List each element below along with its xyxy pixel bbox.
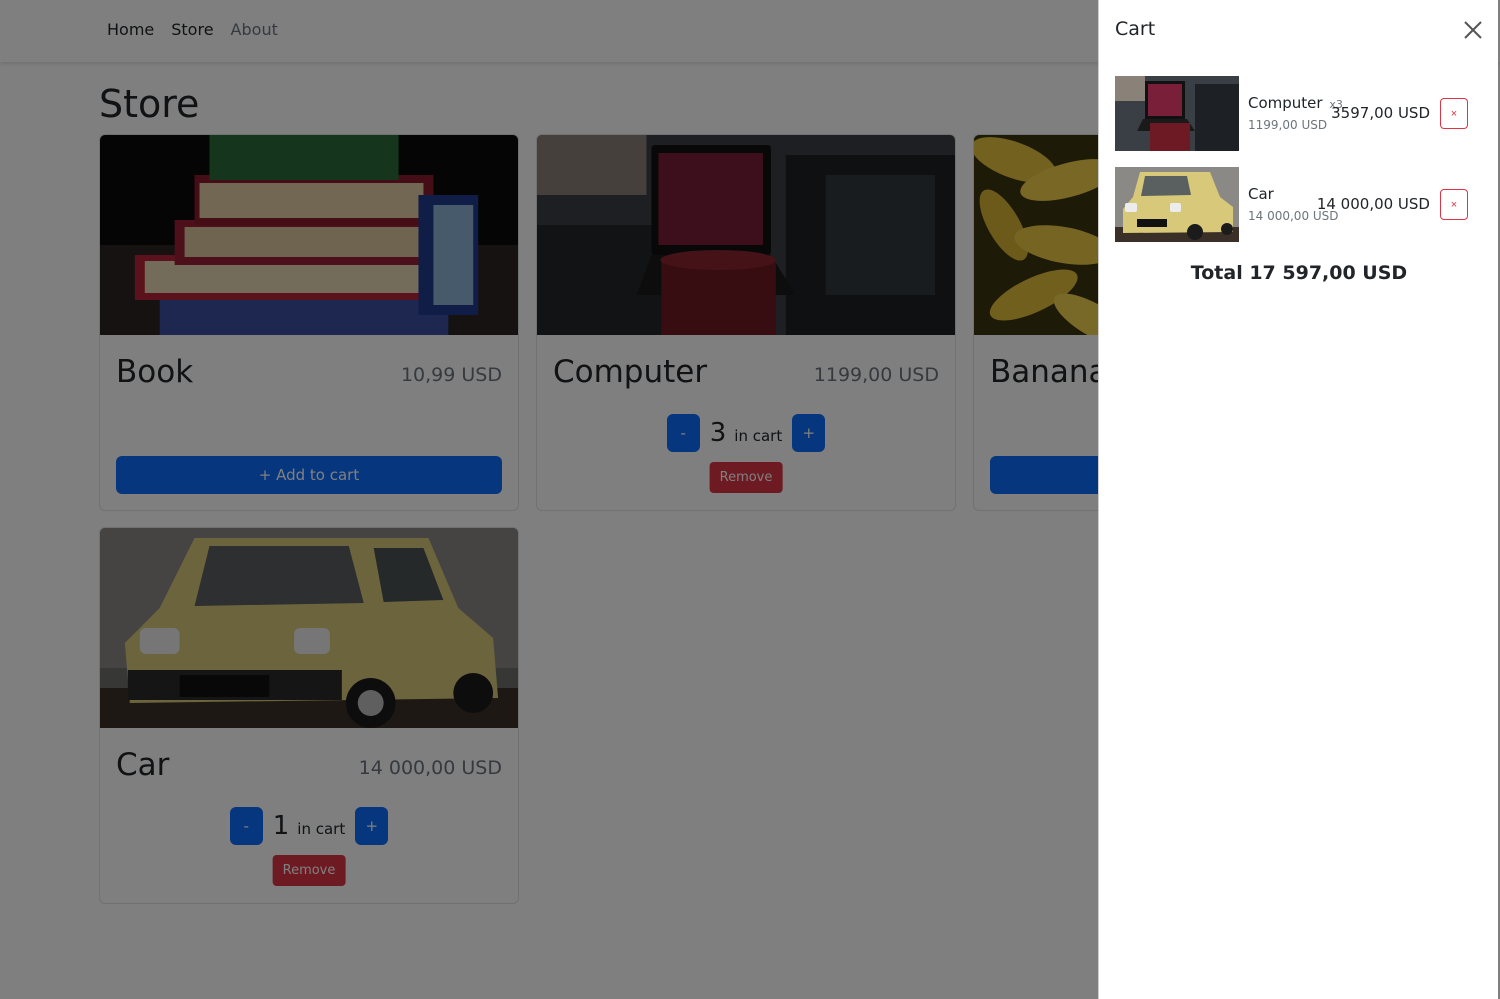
cart-item-image <box>1115 76 1239 151</box>
cart-item-name-row: Car <box>1248 185 1274 203</box>
cart-item-name-row: Computer x3 <box>1248 94 1343 112</box>
cart-item-computer: Computer x3 1199,00 USD 3597,00 USD × <box>1115 76 1470 151</box>
cart-total: Total 17 597,00 USD <box>1190 262 1408 284</box>
cart-item-remove-button[interactable]: × <box>1440 98 1468 129</box>
cart-item-remove-button[interactable]: × <box>1440 189 1468 220</box>
cart-item-image <box>1115 167 1239 242</box>
car-thumbnail <box>1115 167 1239 242</box>
cart-title: Cart <box>1115 18 1156 40</box>
close-icon[interactable] <box>1462 19 1484 41</box>
cart-item-name: Car <box>1248 185 1274 203</box>
cart-item-name: Computer <box>1248 94 1323 112</box>
cart-item-unit-price: 1199,00 USD <box>1248 118 1328 132</box>
cart-item-line-total: 14 000,00 USD <box>1316 195 1430 213</box>
cart-item-car: Car 14 000,00 USD 14 000,00 USD × <box>1115 167 1470 242</box>
computer-thumbnail <box>1115 76 1239 151</box>
cart-item-line-total: 3597,00 USD <box>1331 104 1430 122</box>
cart-offcanvas: Cart Computer x3 1199,00 USD 3597,00 USD… <box>1098 0 1498 999</box>
